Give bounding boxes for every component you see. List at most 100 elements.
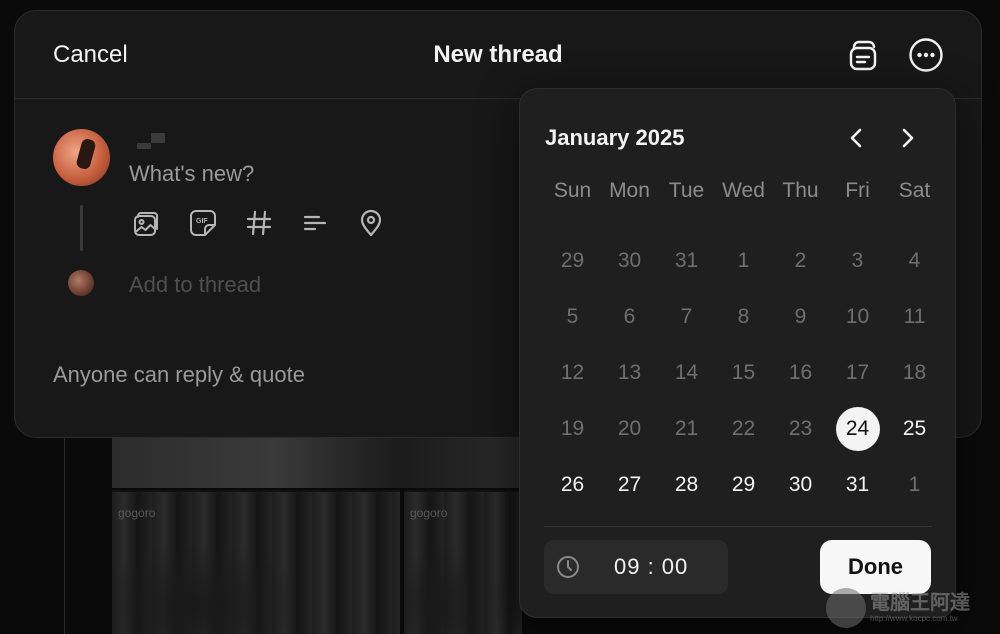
day-cell: 20 [601,401,658,457]
day-number: 30 [617,249,642,272]
day-number: 4 [908,249,921,272]
day-cell: 8 [715,289,772,345]
day-cell: 19 [544,401,601,457]
weekday-label: Mon [609,179,650,202]
day-number: 14 [674,361,699,384]
day-cell: 2 [772,233,829,289]
time-value: 09 : 00 [614,554,689,579]
day-number: 25 [902,417,927,440]
day-cell: 29 [544,233,601,289]
day-cell[interactable]: 26 [544,457,601,513]
day-number: 20 [617,417,642,440]
clock-icon [556,555,580,584]
mascot-icon [826,588,866,628]
chevron-left-icon[interactable] [842,123,872,153]
feed-thread-line [64,430,65,634]
day-cell: 10 [829,289,886,345]
day-number: 27 [617,473,642,496]
day-number: 28 [674,473,699,496]
day-cell[interactable]: 27 [601,457,658,513]
day-number: 30 [788,473,813,496]
day-number: 26 [560,473,585,496]
day-cell: 13 [601,345,658,401]
day-number: 19 [560,417,585,440]
day-cell[interactable]: 31 [829,457,886,513]
thread-avatar [68,270,94,296]
day-cell: 15 [715,345,772,401]
svg-text:GIF: GIF [196,218,208,225]
day-cell[interactable]: 30 [772,457,829,513]
day-cell: 6 [601,289,658,345]
divider [544,526,932,527]
time-selector[interactable]: 09 : 00 [544,540,728,594]
chevron-right-icon[interactable] [892,123,922,153]
avatar[interactable] [53,129,110,186]
day-cell: 1 [715,233,772,289]
poll-icon[interactable] [297,207,333,239]
day-cell: 21 [658,401,715,457]
post-text-input[interactable]: What's new? [129,161,254,187]
feed-photo [112,430,522,488]
watermark-logo: 電腦王阿達 http://www.kocpc.com.tw [826,586,996,630]
feed-photo-scooters-right[interactable]: gogoro [404,490,522,634]
day-cell: 3 [829,233,886,289]
location-icon[interactable] [353,207,389,239]
day-cell: 12 [544,345,601,401]
day-number: 31 [674,249,699,272]
day-cell: 31 [658,233,715,289]
day-number: 11 [903,305,926,328]
day-number: 21 [674,417,699,440]
day-number: 10 [845,305,870,328]
day-number: 29 [731,473,756,496]
month-title: January 2025 [545,125,685,150]
gif-icon[interactable]: GIF [185,207,221,239]
weekday-label: Sat [898,179,931,202]
day-cell[interactable]: 29 [715,457,772,513]
day-cell: 9 [772,289,829,345]
drafts-icon[interactable] [845,37,881,73]
username-redacted [133,133,169,151]
day-cell[interactable]: 28 [658,457,715,513]
watermark-text: 電腦王阿達 [870,592,970,614]
day-cell: 7 [658,289,715,345]
weekday-label: Fri [845,179,870,202]
day-cell: 18 [886,345,943,401]
day-cell: 4 [886,233,943,289]
day-cell[interactable]: 25 [886,401,943,457]
feed-photo-scooters-left[interactable]: gogoro [112,490,400,634]
day-cell-selected[interactable]: 24 [829,401,886,457]
photo-brand-text: gogoro [410,506,448,520]
day-cell: 23 [772,401,829,457]
day-number: 17 [845,361,870,384]
day-cell: 30 [601,233,658,289]
day-cell: 1 [886,457,943,513]
day-cell: 16 [772,345,829,401]
day-number: 31 [845,473,870,496]
weekday-label: Wed [722,179,765,202]
day-number: 12 [560,361,585,384]
date-picker-popover: January 2025 Sun Mon Tue Wed Thu Fri Sat… [519,88,956,618]
day-cell: 14 [658,345,715,401]
reply-setting[interactable]: Anyone can reply & quote [53,362,305,388]
day-number: 15 [731,361,756,384]
weekday-label: Sun [553,179,592,202]
add-to-thread-input[interactable]: Add to thread [129,272,261,298]
day-cell: 22 [715,401,772,457]
day-number: 9 [794,305,807,328]
day-cell: 17 [829,345,886,401]
page-title: New thread [433,41,563,68]
watermark-url: http://www.kocpc.com.tw [870,614,958,623]
day-cell: 5 [544,289,601,345]
day-cell: 11 [886,289,943,345]
day-number: 24 [835,407,880,451]
weekday-label: Thu [782,179,819,202]
image-icon[interactable] [129,207,165,239]
day-number: 7 [680,305,693,328]
day-number: 1 [737,249,750,272]
day-number: 18 [902,361,927,384]
day-number: 29 [560,249,585,272]
hashtag-icon[interactable] [241,207,277,239]
more-options-icon[interactable] [908,37,944,73]
day-number: 22 [731,417,756,440]
weekday-header: Sun Mon Tue Wed Thu Fri Sat [544,179,943,203]
